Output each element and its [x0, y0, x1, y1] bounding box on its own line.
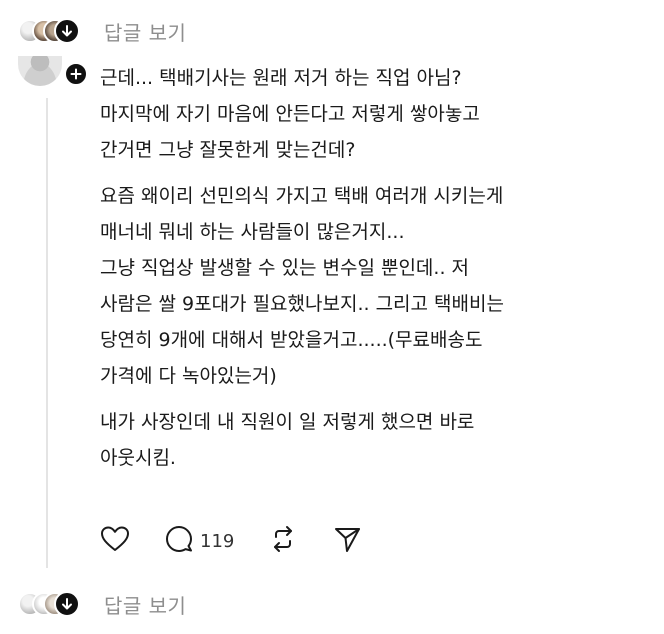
comment-line: 근데... 택배기사는 원래 저거 하는 직업 아님? — [100, 67, 462, 89]
repost-button[interactable] — [268, 524, 298, 558]
heart-icon[interactable] — [100, 525, 130, 557]
comment-count: 119 — [200, 530, 235, 552]
arrow-down-icon — [54, 18, 80, 44]
reply-avatars — [18, 589, 82, 619]
comment-bubble-icon[interactable] — [164, 524, 194, 558]
view-replies-link[interactable]: 답글 보기 — [104, 17, 186, 46]
send-icon[interactable] — [332, 524, 362, 558]
comment-paragraph: 요즘 왜이리 선민의식 가지고 택배 여러개 시키는게 매너네 뭐네 하는 사람… — [100, 178, 650, 394]
view-replies-row-top[interactable]: 답글 보기 — [18, 16, 186, 46]
thread-line — [46, 98, 48, 568]
comment-paragraph: 내가 사장인데 내 직원이 일 저렇게 했으면 바로 아웃시킴. — [100, 404, 650, 476]
comment-line: 당연히 9개에 대해서 받았을거고.....(무료배송도 — [100, 329, 483, 351]
comment-actions: 119 — [100, 524, 396, 558]
comment-line: 가격에 다 녹아있는거) — [100, 365, 277, 387]
comment-line: 요즘 왜이리 선민의식 가지고 택배 여러개 시키는게 — [100, 185, 504, 207]
comment-button[interactable]: 119 — [164, 524, 234, 558]
reply-avatars — [18, 16, 82, 46]
arrow-down-icon — [54, 591, 80, 617]
follow-plus-icon[interactable] — [64, 62, 88, 86]
avatar[interactable] — [18, 56, 62, 86]
comment-line: 사람은 쌀 9포대가 필요했나보지.. 그리고 택배비는 — [100, 293, 504, 315]
comment-text: 근데... 택배기사는 원래 저거 하는 직업 아님? 마지막에 자기 마음에 … — [100, 60, 650, 486]
comment-line: 매너네 뭐네 하는 사람들이 많은거지... — [100, 221, 405, 243]
comment-line: 간거면 그냥 잘못한게 맞는건데? — [100, 139, 356, 161]
comment-line: 내가 사장인데 내 직원이 일 저렇게 했으면 바로 — [100, 411, 475, 433]
comment-line: 아웃시킴. — [100, 447, 176, 469]
view-replies-link[interactable]: 답글 보기 — [104, 590, 186, 619]
like-button[interactable] — [100, 525, 130, 557]
view-replies-row-bottom[interactable]: 답글 보기 — [18, 589, 186, 619]
repost-icon[interactable] — [268, 524, 298, 558]
share-button[interactable] — [332, 524, 362, 558]
comment-line: 그냥 직업상 발생할 수 있는 변수일 뿐인데.. 저 — [100, 257, 469, 279]
comment-author-avatar[interactable] — [18, 56, 88, 90]
comment-paragraph: 근데... 택배기사는 원래 저거 하는 직업 아님? 마지막에 자기 마음에 … — [100, 60, 650, 168]
comment-line: 마지막에 자기 마음에 안든다고 저렇게 쌓아놓고 — [100, 103, 480, 125]
